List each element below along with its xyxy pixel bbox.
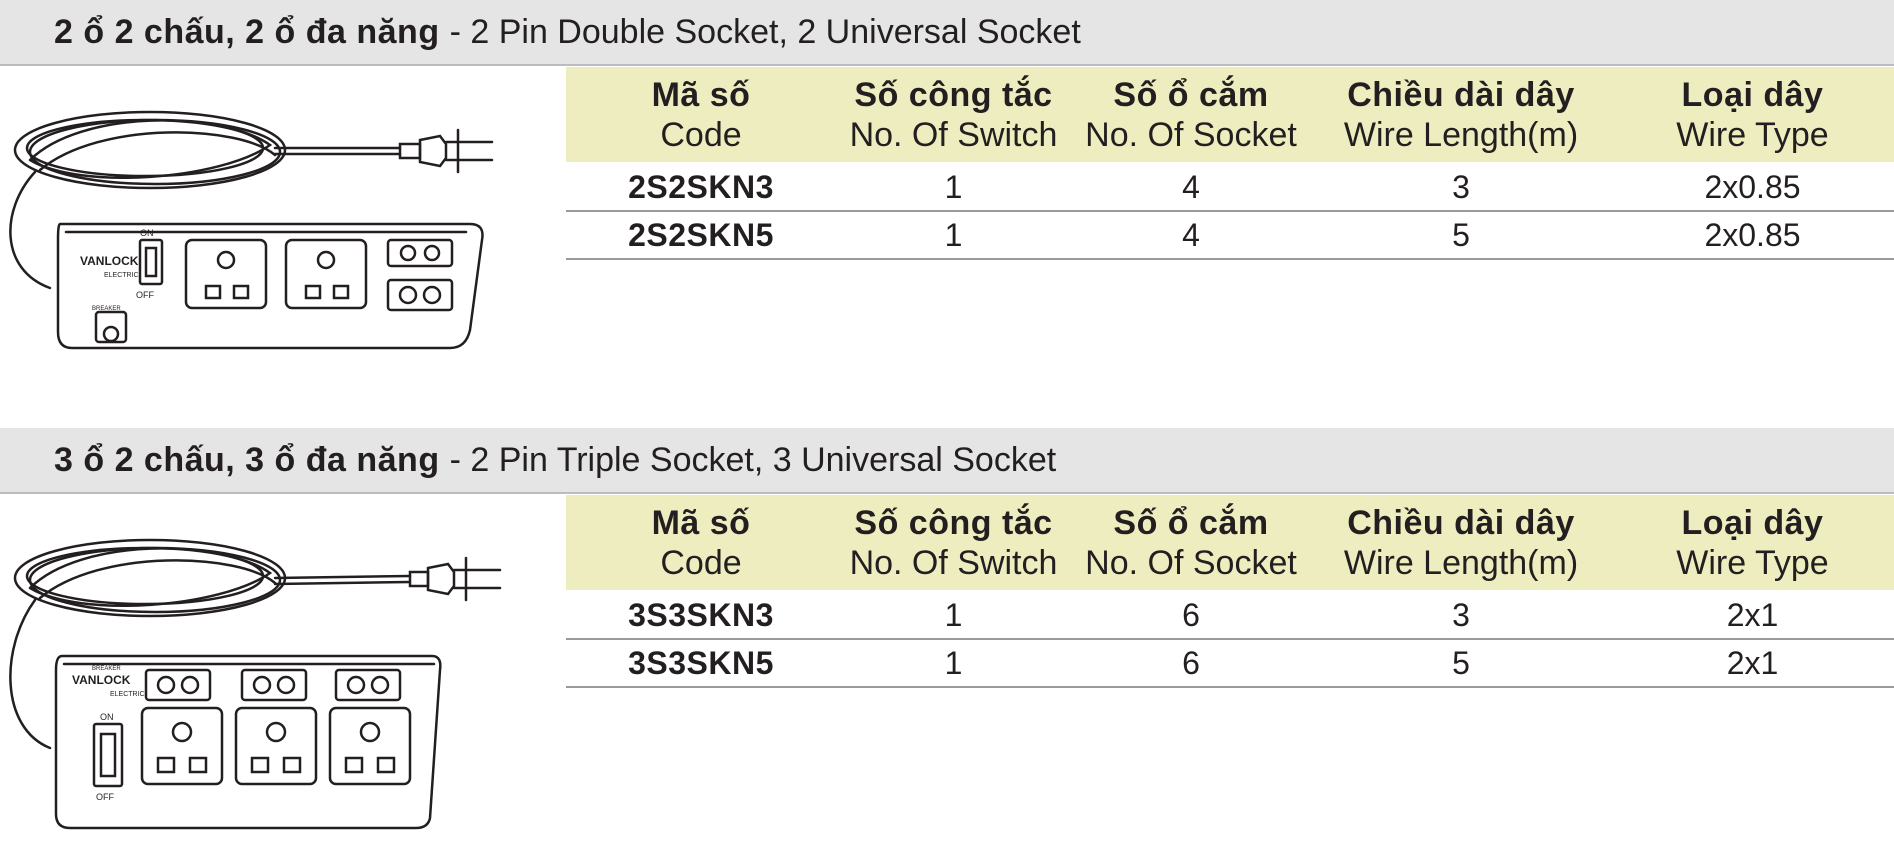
- table-row: 2S2SKN3 1 4 3 2x0.85: [566, 162, 1894, 212]
- cell-wire-type: 2x1: [1611, 590, 1894, 640]
- section-title-bar: 2 ổ 2 chấu, 2 ổ đa năng - 2 Pin Double S…: [0, 0, 1894, 66]
- svg-text:ON: ON: [100, 712, 114, 722]
- svg-text:ELECTRIC: ELECTRIC: [104, 272, 139, 279]
- section-title-bar: 3 ổ 2 chấu, 3 ổ đa năng - 2 Pin Triple S…: [0, 428, 1894, 494]
- header-label-vi: Loại dây: [1681, 503, 1824, 542]
- table-header-row: Mã số Code Số công tắc No. Of Switch Số …: [566, 495, 1894, 590]
- cell-wire-type: 2x0.85: [1611, 162, 1894, 212]
- cell-code: 2S2SKN5: [566, 211, 836, 260]
- svg-text:ELECTRIC: ELECTRIC: [110, 691, 145, 698]
- cell-sockets: 4: [1071, 162, 1311, 212]
- header-label-vi: Số công tắc: [854, 75, 1053, 114]
- header-wire-length: Chiều dài dây Wire Length(m): [1311, 67, 1611, 162]
- cell-code: 2S2SKN3: [566, 162, 836, 212]
- table-row: 3S3SKN3 1 6 3 2x1: [566, 590, 1894, 640]
- cell-length: 3: [1311, 162, 1611, 212]
- svg-text:ON: ON: [140, 228, 154, 238]
- table-header-row: Mã số Code Số công tắc No. Of Switch Số …: [566, 67, 1894, 162]
- cell-length: 5: [1311, 211, 1611, 260]
- header-label-en: Wire Type: [1676, 115, 1829, 154]
- header-wire-type: Loại dây Wire Type: [1611, 67, 1894, 162]
- svg-text:BREAKER: BREAKER: [92, 666, 121, 672]
- section-title-en: - 2 Pin Triple Socket, 3 Universal Socke…: [449, 440, 1057, 479]
- header-label-en: No. Of Switch: [849, 543, 1058, 582]
- svg-text:VANLOCK: VANLOCK: [72, 673, 131, 687]
- header-label-en: Wire Length(m): [1343, 115, 1579, 154]
- header-switch: Số công tắc No. Of Switch: [836, 67, 1071, 162]
- cell-sockets: 6: [1071, 590, 1311, 640]
- table-row: 3S3SKN5 1 6 5 2x1: [566, 639, 1894, 688]
- header-label-vi: Mã số: [651, 503, 751, 542]
- svg-text:OFF: OFF: [136, 290, 154, 300]
- header-code: Mã số Code: [566, 67, 836, 162]
- product-section-1: 2 ổ 2 chấu, 2 ổ đa năng - 2 Pin Double S…: [0, 0, 1894, 428]
- header-label-vi: Số ổ cắm: [1113, 75, 1269, 114]
- header-code: Mã số Code: [566, 495, 836, 590]
- cell-sockets: 4: [1071, 211, 1311, 260]
- product-section-2: 3 ổ 2 chấu, 3 ổ đa năng - 2 Pin Triple S…: [0, 428, 1894, 856]
- cell-sockets: 6: [1071, 639, 1311, 688]
- section-title-vi: 2 ổ 2 chấu, 2 ổ đa năng: [54, 12, 440, 51]
- header-label-vi: Số ổ cắm: [1113, 503, 1269, 542]
- header-socket: Số ổ cắm No. Of Socket: [1071, 495, 1311, 590]
- header-label-vi: Chiều dài dây: [1347, 503, 1575, 542]
- power-strip-icon: VANLOCK ELECTRIC ON OFF BREAKER: [9, 110, 494, 350]
- cell-switches: 1: [836, 590, 1071, 640]
- cell-code: 3S3SKN5: [566, 639, 836, 688]
- header-label-vi: Mã số: [651, 75, 751, 114]
- cell-length: 3: [1311, 590, 1611, 640]
- header-switch: Số công tắc No. Of Switch: [836, 495, 1071, 590]
- section-title-vi: 3 ổ 2 chấu, 3 ổ đa năng: [54, 440, 440, 479]
- header-label-en: Code: [660, 115, 742, 154]
- header-wire-type: Loại dây Wire Type: [1611, 495, 1894, 590]
- cell-length: 5: [1311, 639, 1611, 688]
- header-wire-length: Chiều dài dây Wire Length(m): [1311, 495, 1611, 590]
- spec-table: Mã số Code Số công tắc No. Of Switch Số …: [566, 67, 1894, 260]
- header-socket: Số ổ cắm No. Of Socket: [1071, 67, 1311, 162]
- svg-text:VANLOCK: VANLOCK: [80, 254, 139, 268]
- cell-wire-type: 2x0.85: [1611, 211, 1894, 260]
- power-strip-icon: BREAKER VANLOCK ELECTRIC ON OFF: [9, 538, 502, 830]
- svg-text:OFF: OFF: [96, 792, 114, 802]
- cell-wire-type: 2x1: [1611, 639, 1894, 688]
- header-label-vi: Loại dây: [1681, 75, 1824, 114]
- header-label-en: Wire Length(m): [1343, 543, 1579, 582]
- spec-table: Mã số Code Số công tắc No. Of Switch Số …: [566, 495, 1894, 688]
- cell-switches: 1: [836, 162, 1071, 212]
- cell-switches: 1: [836, 211, 1071, 260]
- section-title-en: - 2 Pin Double Socket, 2 Universal Socke…: [449, 12, 1081, 51]
- header-label-vi: Số công tắc: [854, 503, 1053, 542]
- header-label-en: No. Of Switch: [849, 115, 1058, 154]
- header-label-en: No. Of Socket: [1085, 115, 1297, 154]
- svg-text:BREAKER: BREAKER: [92, 306, 121, 312]
- header-label-en: No. Of Socket: [1085, 543, 1297, 582]
- cell-code: 3S3SKN3: [566, 590, 836, 640]
- header-label-en: Code: [660, 543, 742, 582]
- table-row: 2S2SKN5 1 4 5 2x0.85: [566, 211, 1894, 260]
- header-label-vi: Chiều dài dây: [1347, 75, 1575, 114]
- cell-switches: 1: [836, 639, 1071, 688]
- header-label-en: Wire Type: [1676, 543, 1829, 582]
